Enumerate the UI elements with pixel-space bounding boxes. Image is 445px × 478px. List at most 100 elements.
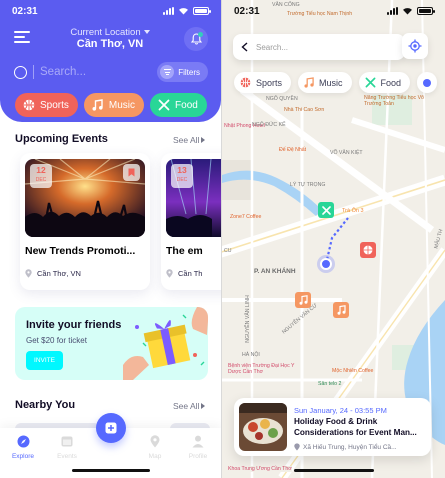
map-label-hospital: Khoa Trung Ương Cần Thơ xyxy=(228,466,292,472)
nav-map[interactable]: Map xyxy=(135,434,175,460)
event-image-stage: 13 DEC xyxy=(166,159,221,237)
search-bar[interactable]: Search... Filters xyxy=(14,62,208,82)
search-input[interactable]: Search... xyxy=(40,66,157,78)
nav-events[interactable]: Events xyxy=(47,434,87,460)
my-location-button[interactable] xyxy=(402,33,428,59)
event-card[interactable]: 13 DEC The em Cần Th xyxy=(161,153,221,290)
current-location-dropdown[interactable]: Current Location xyxy=(55,27,165,38)
map-pin-icon xyxy=(150,434,160,447)
map-search-bar[interactable]: Search... xyxy=(233,34,405,60)
add-icon xyxy=(105,422,117,434)
chip-label: Music xyxy=(108,99,136,111)
nav-explore[interactable]: Explore xyxy=(3,434,43,460)
basketball-icon xyxy=(22,99,35,112)
menu-icon[interactable] xyxy=(14,31,30,43)
filter-icon xyxy=(160,65,175,79)
category-chips: Sports Music Food xyxy=(15,93,207,117)
date-badge: 13 DEC xyxy=(171,164,193,188)
bookmark-button[interactable] xyxy=(123,164,140,181)
chip-sports[interactable]: Sports xyxy=(234,72,292,93)
music-note-icon xyxy=(304,77,314,88)
wifi-icon xyxy=(403,8,412,15)
map-pin-sports[interactable] xyxy=(360,242,376,258)
fork-knife-icon xyxy=(157,99,170,112)
status-bar: 02:31 xyxy=(0,0,221,22)
chip-food[interactable]: Food xyxy=(150,93,207,117)
map-event-card[interactable]: Sun January, 24 - 03:55 PM Holiday Food … xyxy=(234,398,431,456)
nearby-you-title: Nearby You xyxy=(15,399,76,411)
chip-label: Food xyxy=(380,77,402,88)
profile-icon xyxy=(192,435,204,447)
chip-sports[interactable]: Sports xyxy=(15,93,78,117)
invite-button[interactable]: INVITE xyxy=(26,351,63,370)
chip-label: Sports xyxy=(40,99,69,111)
event-address: Xã Hiếu Trung, Huyện Tiểu Cầ... xyxy=(294,443,397,451)
music-note-icon xyxy=(337,305,346,315)
arrow-right-icon xyxy=(201,137,206,143)
map-label-cafe: Zone7 Coffee xyxy=(230,214,262,220)
event-image-food xyxy=(239,403,287,451)
basketball-icon xyxy=(363,245,373,255)
compass-icon xyxy=(17,435,29,447)
crosshair-icon xyxy=(408,39,422,53)
map-category-chips: Sports Music Food xyxy=(234,72,438,93)
home-indicator xyxy=(72,469,150,472)
filters-label: Filters xyxy=(178,67,200,77)
map-label-street: LÝ TỰ TRỌNG xyxy=(290,182,326,188)
chip-label: Sports xyxy=(256,77,283,88)
chip-music[interactable]: Music xyxy=(83,93,145,117)
notification-button[interactable] xyxy=(184,27,208,51)
invite-banner: Invite your friends Get $20 for ticket I… xyxy=(15,307,208,380)
location-label: Current Location xyxy=(70,27,141,38)
battery-icon xyxy=(417,7,435,15)
event-card[interactable]: 12 DEC New Trends Promoti... Cần Thơ, VN xyxy=(20,153,150,290)
upcoming-see-all-link[interactable]: See All xyxy=(173,135,206,145)
map-label-street: VÕ VĂN KIỆT xyxy=(330,150,363,156)
nearby-see-all-link[interactable]: See All xyxy=(173,401,206,411)
bookmark-icon xyxy=(128,168,135,177)
chip-more[interactable] xyxy=(417,72,438,93)
caret-down-icon xyxy=(143,30,150,34)
upcoming-events-title: Upcoming Events xyxy=(15,133,108,145)
map-label-district: P. AN KHÁNH xyxy=(254,268,296,275)
event-title: Holiday Food & Drink Considerations for … xyxy=(294,417,417,437)
map-label-street: NGÔ QUYỀN xyxy=(266,96,298,102)
gift-box-illustration xyxy=(123,307,208,380)
event-name: New Trends Promoti... xyxy=(25,245,136,257)
map-pin-music[interactable] xyxy=(295,292,311,308)
map-pin-icon xyxy=(25,269,32,278)
map-label-hospital: Bệnh viện Trường Đại Học Y Dược Cần Thơ xyxy=(228,363,295,375)
date-badge: 12 DEC xyxy=(30,164,52,188)
signal-icon xyxy=(163,7,174,15)
status-time: 02:31 xyxy=(12,5,38,17)
invite-subtitle: Get $20 for ticket xyxy=(26,336,87,345)
map-label-destination: Trà Ôn 3 xyxy=(342,208,364,214)
battery-icon xyxy=(193,7,211,15)
chip-label: Food xyxy=(175,99,198,111)
map-label-street: HÀ NỘI xyxy=(242,352,260,358)
wifi-icon xyxy=(179,8,188,15)
map-label-place: Nhà Thi Cao Sơn xyxy=(284,107,325,113)
music-note-icon xyxy=(299,295,308,305)
map-pin-icon xyxy=(166,269,173,278)
event-image-concert: 12 DEC xyxy=(25,159,145,237)
map-pin-icon xyxy=(294,443,300,451)
home-indicator xyxy=(294,469,374,472)
map-label-place: Sân telo 2 xyxy=(318,381,342,387)
map-label-cafe: Mộc Nhiên Coffee xyxy=(332,368,374,374)
back-arrow-icon[interactable] xyxy=(241,42,248,52)
fork-knife-icon xyxy=(321,205,331,215)
nav-profile[interactable]: Profile xyxy=(178,434,218,460)
map-pin-music[interactable] xyxy=(333,302,349,318)
event-date: Sun January, 24 - 03:55 PM xyxy=(294,406,387,415)
add-event-button[interactable] xyxy=(96,413,126,443)
event-location: Cần Thơ, VN xyxy=(25,269,81,278)
status-bar: 02:31 xyxy=(222,0,445,22)
filters-button[interactable]: Filters xyxy=(157,62,208,82)
search-icon xyxy=(14,65,27,79)
chip-food[interactable]: Food xyxy=(358,72,411,93)
chip-music[interactable]: Music xyxy=(298,72,352,93)
map-search-input[interactable]: Search... xyxy=(256,43,288,52)
status-time: 02:31 xyxy=(234,5,260,17)
map-pin-food[interactable] xyxy=(318,202,334,218)
